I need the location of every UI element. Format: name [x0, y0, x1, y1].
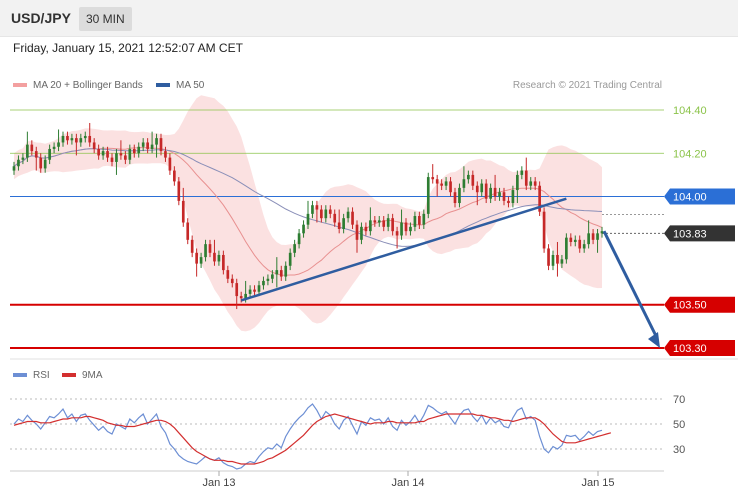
candle	[551, 250, 555, 271]
candle	[186, 218, 190, 245]
candle	[547, 244, 550, 271]
x-tick-label: Jan 15	[581, 477, 614, 489]
price-label-103-50: 103.50	[673, 300, 707, 312]
candle	[542, 207, 546, 253]
projection-arrow	[602, 230, 659, 339]
price-chart: 104.40 104.20 104.00 103.83 103.50 103.30 RSI…	[10, 95, 738, 489]
candle	[190, 235, 194, 258]
rsi-tick-70: 70	[673, 394, 685, 406]
legend-ma9-label: 9MA	[82, 370, 103, 381]
rsi-line	[13, 403, 603, 470]
x-tick-label: Jan 14	[391, 477, 424, 489]
price-label-103-30: 103.30	[673, 343, 707, 355]
price-label-104-20: 104.20	[673, 148, 707, 160]
candle	[431, 164, 435, 184]
price-label-104-00: 104.00	[673, 192, 707, 204]
ma9-swatch	[62, 373, 76, 377]
rsi-tick-50: 50	[673, 419, 685, 431]
rsi-9ma-line	[13, 413, 612, 465]
legend-rsi-label: RSI	[33, 370, 50, 381]
x-tick-label: Jan 13	[202, 477, 235, 489]
candle	[26, 131, 29, 162]
candle	[538, 181, 541, 217]
price-label-104-40: 104.40	[673, 105, 707, 117]
rsi-tick-30: 30	[673, 444, 685, 456]
rsi-swatch	[13, 373, 27, 377]
candle	[426, 172, 430, 219]
candle	[565, 233, 568, 264]
candle	[524, 157, 528, 191]
price-label-103-83: 103.83	[673, 228, 707, 240]
